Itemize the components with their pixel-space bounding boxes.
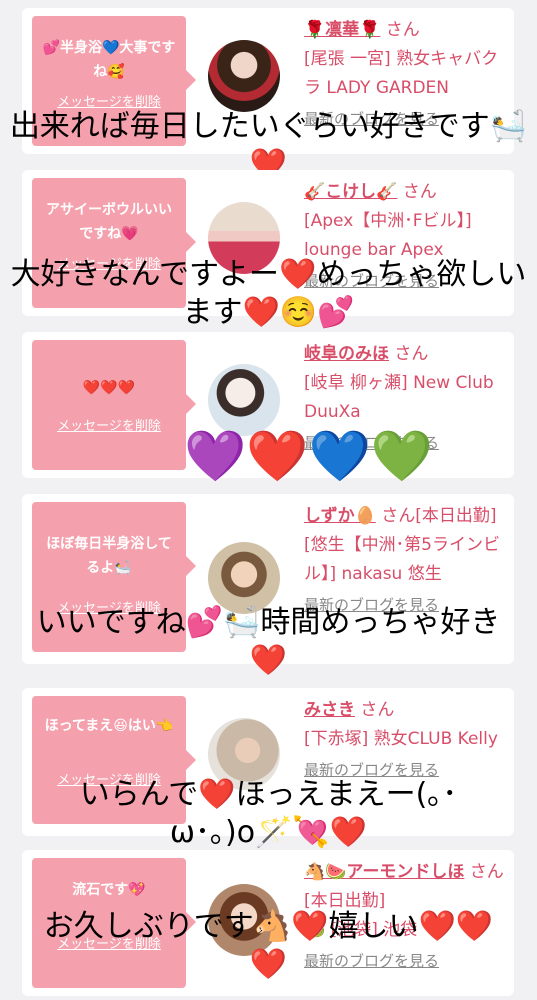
cast-name-link[interactable]: 岐阜のみほ xyxy=(304,344,389,364)
shop-name: [悠生【中洲･第5ラインビル】] nakasu 悠生 xyxy=(304,535,500,584)
reply-comment: 大好きなんですよー❤️めっちゃ欲しいます❤️☺️💕 xyxy=(10,257,527,330)
cast-info: みさき さん [下赤塚] 熟女CLUB Kelly 最新のブログを見る xyxy=(304,696,509,785)
message-text: アサイーボウルいいですね💗 xyxy=(46,202,172,242)
honorific: さん xyxy=(360,700,395,720)
cast-name-link[interactable]: 🎸こけし🎸 xyxy=(304,182,397,202)
reply-comment: 💜❤️💙💚 xyxy=(183,427,434,485)
reply-comment: お久しぶりです🐴❤️嬉しい❤️❤️❤️ xyxy=(43,909,494,982)
honorific: さん xyxy=(402,182,437,202)
cast-name-link[interactable]: みさき xyxy=(304,700,355,720)
message-text: 流石です💖 xyxy=(72,882,146,898)
cast-name-link[interactable]: 🌹凛華🌹 xyxy=(304,20,380,40)
avatar[interactable] xyxy=(208,40,280,112)
honorific: さん[本日出勤] xyxy=(381,506,497,526)
cast-name-link[interactable]: 🐴🍉アーモンドしほ xyxy=(304,862,464,882)
message-text: ほってまえ😆はい👈 xyxy=(44,718,174,734)
shop-name: [下赤塚] 熟女CLUB Kelly xyxy=(304,729,498,749)
message-text: 💕半身浴💙大事ですね🥰 xyxy=(42,40,176,80)
cast-name-link[interactable]: しずか🥚 xyxy=(304,506,376,526)
reply-comment: いいですね💕🛀時間めっちゃ好き❤️ xyxy=(36,605,501,678)
shop-name: [尾張 一宮] 熟女キャバクラ LADY GARDEN xyxy=(304,49,499,98)
shop-name: [岐阜 柳ヶ瀬] New Club DuuXa xyxy=(304,373,494,422)
message-text: ❤️❤️❤️ xyxy=(82,380,136,396)
cast-info: しずか🥚 さん[本日出勤] [悠生【中洲･第5ラインビル】] nakasu 悠生… xyxy=(304,502,509,620)
honorific: さん xyxy=(385,20,420,40)
reply-comment: いらんで❤️ほっえまえー(｡･ω･｡)o🪄💘❤️ xyxy=(79,777,458,850)
honorific: さん xyxy=(394,344,429,364)
message-text: ほぼ毎日半身浴してるよ🛀 xyxy=(46,536,172,576)
